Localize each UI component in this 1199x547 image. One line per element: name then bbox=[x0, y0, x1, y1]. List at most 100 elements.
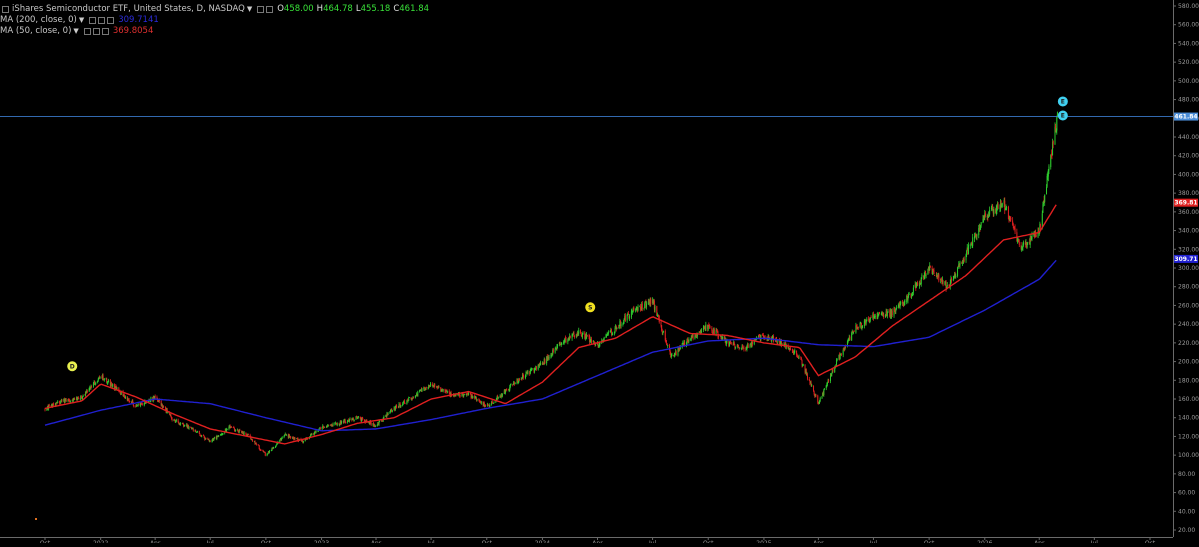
candle-body bbox=[967, 245, 969, 254]
candle-body bbox=[417, 391, 419, 397]
candle-body bbox=[209, 440, 211, 442]
chevron-down-icon[interactable]: ▼ bbox=[247, 4, 252, 15]
settings-icon[interactable] bbox=[92, 28, 100, 35]
candle-body bbox=[400, 404, 402, 407]
candle-body bbox=[586, 334, 588, 337]
candle-body bbox=[69, 401, 71, 402]
chevron-down-icon[interactable]: ▼ bbox=[79, 15, 84, 26]
price-axis-label: 240.00 bbox=[1178, 321, 1199, 328]
candle-body bbox=[1046, 187, 1048, 195]
candle-body bbox=[269, 451, 271, 453]
candle-body bbox=[951, 278, 953, 281]
settings-icon[interactable] bbox=[98, 17, 106, 24]
candle-body bbox=[561, 343, 563, 345]
candle-body bbox=[866, 318, 868, 322]
candle-body bbox=[57, 401, 59, 403]
candle-body bbox=[514, 383, 516, 385]
candle-body bbox=[349, 418, 351, 421]
visibility-icon[interactable] bbox=[83, 28, 91, 35]
candle-body bbox=[506, 389, 508, 391]
low-value: 455.18 bbox=[360, 4, 391, 14]
candle-body bbox=[582, 332, 584, 335]
price-axis-label: 320.00 bbox=[1178, 246, 1199, 253]
candle-body bbox=[857, 326, 859, 328]
chart-canvas[interactable]: D S EE 20.00 40.00 60.00 80.00 100.00 120.00 140… bbox=[0, 0, 1199, 547]
chevron-down-icon[interactable]: ▼ bbox=[73, 26, 78, 37]
candle-body bbox=[116, 388, 118, 389]
candle-body bbox=[972, 237, 974, 246]
price-axis-label: 540.00 bbox=[1178, 40, 1199, 47]
candle-body bbox=[290, 436, 292, 439]
candle-body bbox=[701, 330, 703, 333]
price-axis-label: 520.00 bbox=[1178, 59, 1199, 66]
candle-body bbox=[891, 310, 893, 316]
candle-body bbox=[654, 306, 656, 311]
candle-body bbox=[86, 391, 88, 392]
candle-body bbox=[984, 213, 986, 217]
candle-body bbox=[730, 342, 732, 344]
candle-body bbox=[535, 366, 537, 369]
price-axis-label: 200.00 bbox=[1178, 359, 1199, 366]
candle-body bbox=[959, 262, 961, 266]
price-tag-label: 461.84 bbox=[1174, 114, 1197, 121]
candle-body bbox=[374, 426, 376, 427]
price-axis-label: 60.00 bbox=[1178, 490, 1195, 497]
candle-body bbox=[188, 427, 190, 429]
candle-body bbox=[722, 336, 724, 340]
candle-body bbox=[196, 431, 198, 433]
candle-body bbox=[141, 404, 143, 406]
candle-body bbox=[387, 413, 389, 416]
candle-body bbox=[1014, 228, 1016, 232]
candle-body bbox=[252, 439, 254, 442]
ma200-row[interactable]: MA (200, close, 0) ▼ 309.7141 bbox=[0, 15, 429, 26]
candle-body bbox=[942, 280, 944, 285]
price-chart[interactable]: D S EE 20.00 40.00 60.00 80.00 100.00 120.00 140… bbox=[0, 0, 1199, 547]
candle-body bbox=[1012, 223, 1014, 227]
candle-body bbox=[328, 424, 330, 426]
candle-body bbox=[607, 331, 609, 334]
candle-body bbox=[993, 209, 995, 215]
candle-body bbox=[446, 391, 448, 393]
price-axis-label: 400.00 bbox=[1178, 171, 1199, 178]
candle-body bbox=[1001, 204, 1003, 206]
candle-body bbox=[413, 396, 415, 398]
candle-body bbox=[509, 385, 511, 388]
candle-body bbox=[883, 315, 885, 317]
candle-body bbox=[842, 349, 844, 355]
candle-body bbox=[133, 405, 135, 407]
price-axis-label: 260.00 bbox=[1178, 302, 1199, 309]
candle-body bbox=[862, 325, 864, 328]
visibility-icon[interactable] bbox=[89, 17, 97, 24]
candle-body bbox=[497, 397, 499, 399]
candle-body bbox=[713, 328, 715, 335]
candle-body bbox=[463, 394, 465, 395]
open-value: 458.00 bbox=[283, 4, 314, 14]
candle-body bbox=[264, 452, 266, 456]
candle-body bbox=[675, 351, 677, 355]
candle-body bbox=[531, 368, 533, 370]
candle-body bbox=[112, 384, 114, 387]
collapse-icon[interactable] bbox=[2, 6, 9, 13]
close-icon[interactable] bbox=[107, 17, 115, 24]
candle-body bbox=[489, 404, 491, 407]
candle-body bbox=[633, 307, 635, 311]
candle-body bbox=[557, 344, 559, 347]
candle-body bbox=[578, 330, 580, 334]
ma50-row[interactable]: MA (50, close, 0) ▼ 369.8054 bbox=[0, 26, 429, 37]
settings-icon[interactable] bbox=[257, 6, 265, 13]
candle-body bbox=[966, 250, 968, 255]
candle-body bbox=[285, 435, 287, 436]
ma50-value: 369.8054 bbox=[112, 26, 154, 36]
candle-body bbox=[247, 433, 249, 436]
candle-body bbox=[808, 378, 810, 381]
candle-body bbox=[798, 356, 800, 358]
candle-body bbox=[718, 336, 720, 338]
candle-body bbox=[192, 428, 194, 431]
candle-body bbox=[421, 388, 423, 392]
close-icon[interactable] bbox=[101, 28, 109, 35]
candle-body bbox=[65, 399, 67, 402]
candle-body bbox=[643, 308, 645, 310]
close-icon[interactable] bbox=[266, 6, 274, 13]
candle-body bbox=[226, 428, 228, 430]
candle-body bbox=[243, 432, 245, 435]
